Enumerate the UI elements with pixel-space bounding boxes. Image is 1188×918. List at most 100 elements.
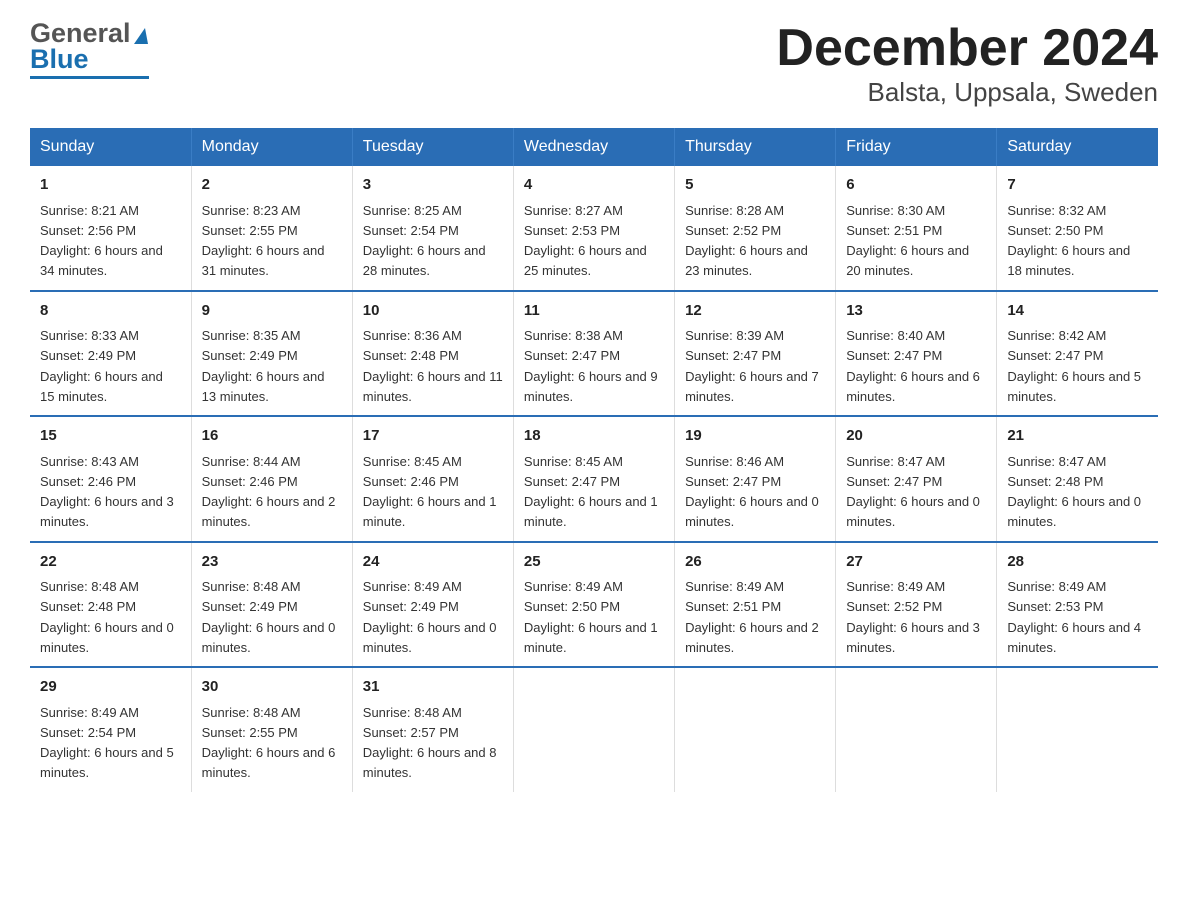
- day-number: 10: [363, 300, 503, 323]
- day-number: 7: [1007, 174, 1148, 197]
- day-number: 28: [1007, 551, 1148, 574]
- day-info: Sunrise: 8:21 AMSunset: 2:56 PMDaylight:…: [40, 203, 163, 279]
- day-info: Sunrise: 8:39 AMSunset: 2:47 PMDaylight:…: [685, 328, 819, 404]
- day-number: 3: [363, 174, 503, 197]
- day-number: 16: [202, 425, 342, 448]
- logo-blue-text: Blue: [30, 44, 89, 75]
- calendar-cell: 4 Sunrise: 8:27 AMSunset: 2:53 PMDaylight…: [513, 166, 674, 291]
- week-row-1: 1 Sunrise: 8:21 AMSunset: 2:56 PMDaylight…: [30, 166, 1158, 291]
- day-number: 5: [685, 174, 825, 197]
- day-number: 4: [524, 174, 664, 197]
- day-number: 25: [524, 551, 664, 574]
- calendar-cell: 14 Sunrise: 8:42 AMSunset: 2:47 PMDayligh…: [997, 291, 1158, 417]
- day-info: Sunrise: 8:48 AMSunset: 2:57 PMDaylight:…: [363, 705, 497, 781]
- calendar-cell: 20Sunrise: 8:47 AMSunset: 2:47 PMDayligh…: [836, 416, 997, 542]
- day-info: Sunrise: 8:45 AMSunset: 2:46 PMDaylight:…: [363, 454, 497, 530]
- day-info: Sunrise: 8:33 AMSunset: 2:49 PMDaylight:…: [40, 328, 163, 404]
- calendar-cell: 24Sunrise: 8:49 AMSunset: 2:49 PMDayligh…: [352, 542, 513, 668]
- calendar-cell: 18 Sunrise: 8:45 AMSunset: 2:47 PMDayligh…: [513, 416, 674, 542]
- day-number: 13: [846, 300, 986, 323]
- header-wednesday: Wednesday: [513, 128, 674, 166]
- day-number: 27: [846, 551, 986, 574]
- header-sunday: Sunday: [30, 128, 191, 166]
- day-info: Sunrise: 8:49 AMSunset: 2:51 PMDaylight:…: [685, 579, 819, 655]
- day-number: 23: [202, 551, 342, 574]
- page-header: General Blue December 2024 Balsta, Uppsa…: [30, 20, 1158, 108]
- page-subtitle: Balsta, Uppsala, Sweden: [776, 77, 1158, 108]
- day-number: 26: [685, 551, 825, 574]
- day-number: 29: [40, 676, 181, 699]
- day-info: Sunrise: 8:23 AMSunset: 2:55 PMDaylight:…: [202, 203, 325, 279]
- calendar-cell: [836, 667, 997, 792]
- page-title: December 2024: [776, 20, 1158, 77]
- calendar-cell: 26 Sunrise: 8:49 AMSunset: 2:51 PMDayligh…: [675, 542, 836, 668]
- day-number: 18: [524, 425, 664, 448]
- day-number: 8: [40, 300, 181, 323]
- day-info: Sunrise: 8:48 AMSunset: 2:55 PMDaylight:…: [202, 705, 336, 781]
- calendar-cell: 9 Sunrise: 8:35 AMSunset: 2:49 PMDaylight…: [191, 291, 352, 417]
- day-info: Sunrise: 8:48 AMSunset: 2:48 PMDaylight:…: [40, 579, 174, 655]
- day-info: Sunrise: 8:49 AMSunset: 2:50 PMDaylight:…: [524, 579, 658, 655]
- calendar-cell: 1 Sunrise: 8:21 AMSunset: 2:56 PMDaylight…: [30, 166, 191, 291]
- day-number: 1: [40, 174, 181, 197]
- calendar-cell: 28Sunrise: 8:49 AMSunset: 2:53 PMDayligh…: [997, 542, 1158, 668]
- day-number: 14: [1007, 300, 1148, 323]
- calendar-cell: 30 Sunrise: 8:48 AMSunset: 2:55 PMDayligh…: [191, 667, 352, 792]
- calendar-cell: 23 Sunrise: 8:48 AMSunset: 2:49 PMDayligh…: [191, 542, 352, 668]
- calendar-cell: 8 Sunrise: 8:33 AMSunset: 2:49 PMDaylight…: [30, 291, 191, 417]
- calendar-cell: 3 Sunrise: 8:25 AMSunset: 2:54 PMDaylight…: [352, 166, 513, 291]
- calendar-cell: 13Sunrise: 8:40 AMSunset: 2:47 PMDayligh…: [836, 291, 997, 417]
- logo-general-text: General: [30, 20, 131, 47]
- day-info: Sunrise: 8:42 AMSunset: 2:47 PMDaylight:…: [1007, 328, 1141, 404]
- day-info: Sunrise: 8:27 AMSunset: 2:53 PMDaylight:…: [524, 203, 647, 279]
- week-row-5: 29 Sunrise: 8:49 AMSunset: 2:54 PMDayligh…: [30, 667, 1158, 792]
- day-info: Sunrise: 8:49 AMSunset: 2:54 PMDaylight:…: [40, 705, 174, 781]
- calendar-cell: 29 Sunrise: 8:49 AMSunset: 2:54 PMDayligh…: [30, 667, 191, 792]
- title-block: December 2024 Balsta, Uppsala, Sweden: [776, 20, 1158, 108]
- day-info: Sunrise: 8:35 AMSunset: 2:49 PMDaylight:…: [202, 328, 325, 404]
- day-number: 24: [363, 551, 503, 574]
- day-number: 22: [40, 551, 181, 574]
- logo-underline: [30, 76, 149, 79]
- calendar-cell: 17 Sunrise: 8:45 AMSunset: 2:46 PMDayligh…: [352, 416, 513, 542]
- calendar-cell: 2 Sunrise: 8:23 AMSunset: 2:55 PMDaylight…: [191, 166, 352, 291]
- logo-triangle-icon: [134, 28, 148, 44]
- calendar-cell: 11Sunrise: 8:38 AMSunset: 2:47 PMDayligh…: [513, 291, 674, 417]
- day-number: 9: [202, 300, 342, 323]
- day-info: Sunrise: 8:43 AMSunset: 2:46 PMDaylight:…: [40, 454, 174, 530]
- calendar-cell: 31Sunrise: 8:48 AMSunset: 2:57 PMDayligh…: [352, 667, 513, 792]
- week-row-3: 15 Sunrise: 8:43 AMSunset: 2:46 PMDayligh…: [30, 416, 1158, 542]
- calendar-cell: 27 Sunrise: 8:49 AMSunset: 2:52 PMDayligh…: [836, 542, 997, 668]
- day-number: 30: [202, 676, 342, 699]
- calendar-cell: [997, 667, 1158, 792]
- day-number: 21: [1007, 425, 1148, 448]
- calendar-cell: 6 Sunrise: 8:30 AMSunset: 2:51 PMDaylight…: [836, 166, 997, 291]
- day-info: Sunrise: 8:45 AMSunset: 2:47 PMDaylight:…: [524, 454, 658, 530]
- day-info: Sunrise: 8:44 AMSunset: 2:46 PMDaylight:…: [202, 454, 336, 530]
- calendar-cell: 16 Sunrise: 8:44 AMSunset: 2:46 PMDayligh…: [191, 416, 352, 542]
- header-friday: Friday: [836, 128, 997, 166]
- day-number: 2: [202, 174, 342, 197]
- day-number: 11: [524, 300, 664, 323]
- calendar-cell: 5Sunrise: 8:28 AMSunset: 2:52 PMDaylight…: [675, 166, 836, 291]
- day-info: Sunrise: 8:25 AMSunset: 2:54 PMDaylight:…: [363, 203, 486, 279]
- logo: General Blue: [30, 20, 149, 79]
- day-number: 17: [363, 425, 503, 448]
- day-info: Sunrise: 8:30 AMSunset: 2:51 PMDaylight:…: [846, 203, 969, 279]
- calendar-cell: 7 Sunrise: 8:32 AMSunset: 2:50 PMDaylight…: [997, 166, 1158, 291]
- header-saturday: Saturday: [997, 128, 1158, 166]
- header-tuesday: Tuesday: [352, 128, 513, 166]
- day-info: Sunrise: 8:46 AMSunset: 2:47 PMDaylight:…: [685, 454, 819, 530]
- day-info: Sunrise: 8:48 AMSunset: 2:49 PMDaylight:…: [202, 579, 336, 655]
- day-number: 15: [40, 425, 181, 448]
- day-number: 19: [685, 425, 825, 448]
- day-info: Sunrise: 8:36 AMSunset: 2:48 PMDaylight:…: [363, 328, 503, 404]
- day-number: 6: [846, 174, 986, 197]
- day-info: Sunrise: 8:32 AMSunset: 2:50 PMDaylight:…: [1007, 203, 1130, 279]
- header-thursday: Thursday: [675, 128, 836, 166]
- week-row-2: 8 Sunrise: 8:33 AMSunset: 2:49 PMDaylight…: [30, 291, 1158, 417]
- day-info: Sunrise: 8:49 AMSunset: 2:52 PMDaylight:…: [846, 579, 980, 655]
- calendar-cell: 12Sunrise: 8:39 AMSunset: 2:47 PMDayligh…: [675, 291, 836, 417]
- calendar-cell: 19 Sunrise: 8:46 AMSunset: 2:47 PMDayligh…: [675, 416, 836, 542]
- day-number: 20: [846, 425, 986, 448]
